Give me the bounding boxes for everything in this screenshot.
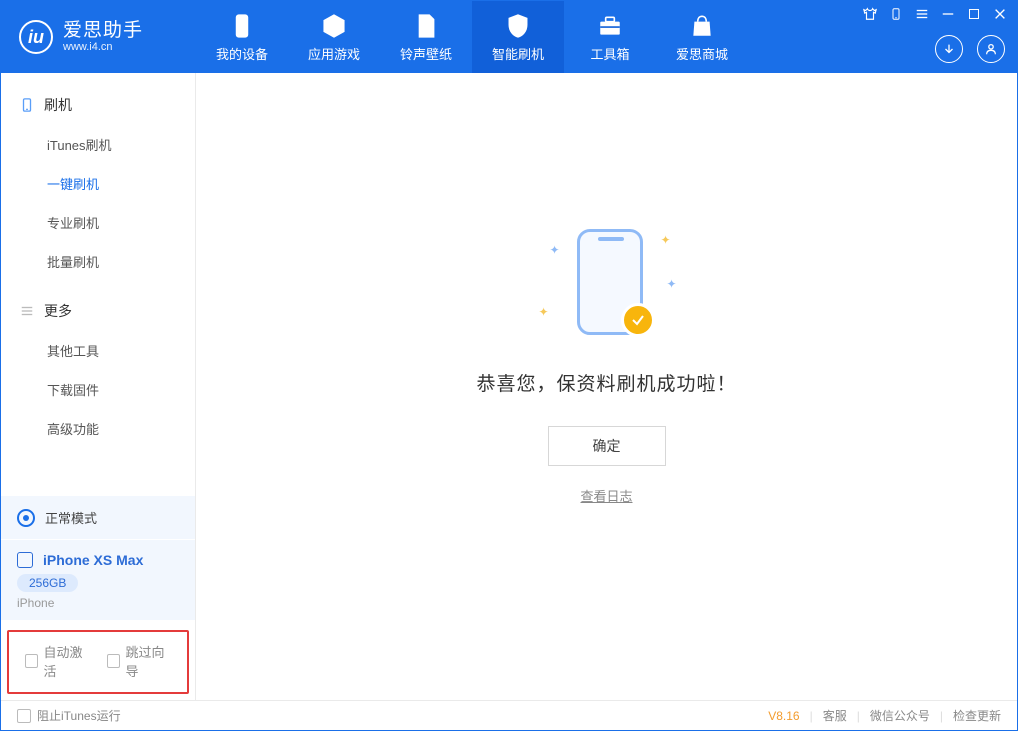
sidebar-bottom: 正常模式 iPhone XS Max 256GB iPhone 自动激活 [1, 495, 195, 700]
sidebar-item-batch-flash[interactable]: 批量刷机 [1, 242, 195, 281]
header: iu 爱思助手 www.i4.cn 我的设备 应用游戏 铃声壁纸 智能刷机 [1, 1, 1017, 73]
separator: | [857, 709, 860, 723]
sidebar-item-itunes-flash[interactable]: iTunes刷机 [1, 125, 195, 164]
success-message: 恭喜您，保资料刷机成功啦！ [476, 369, 736, 396]
checkbox-auto-activate[interactable]: 自动激活 [25, 642, 89, 680]
menu-icon[interactable] [915, 7, 929, 21]
minimize-icon[interactable] [941, 7, 955, 21]
checkbox-block-itunes[interactable]: 阻止iTunes运行 [17, 707, 121, 724]
footer-link-wechat[interactable]: 微信公众号 [870, 707, 930, 724]
device-capacity: 256GB [17, 574, 78, 592]
sidebar-section-label: 更多 [44, 301, 72, 321]
device-name: iPhone XS Max [43, 552, 143, 568]
app-site: www.i4.cn [63, 41, 143, 53]
logo-icon: iu [19, 20, 53, 54]
tab-label: 爱思商城 [676, 44, 728, 63]
user-button[interactable] [977, 35, 1005, 63]
separator: | [810, 709, 813, 723]
tab-label: 铃声壁纸 [400, 44, 452, 63]
close-icon[interactable] [993, 7, 1007, 21]
refresh-shield-icon [505, 13, 531, 39]
tab-label: 工具箱 [590, 44, 629, 63]
separator: | [940, 709, 943, 723]
checkbox-label: 阻止iTunes运行 [37, 707, 121, 724]
sidebar-section-flash: 刷机 [1, 85, 195, 125]
app-window: iu 爱思助手 www.i4.cn 我的设备 应用游戏 铃声壁纸 智能刷机 [0, 0, 1018, 731]
checkbox-icon [25, 654, 38, 668]
header-tabs: 我的设备 应用游戏 铃声壁纸 智能刷机 工具箱 爱思商城 [196, 1, 748, 73]
tab-toolbox[interactable]: 工具箱 [564, 1, 656, 73]
device-type: iPhone [17, 596, 179, 610]
device-panel[interactable]: iPhone XS Max 256GB iPhone [1, 539, 195, 620]
checkbox-icon [107, 654, 120, 668]
tab-my-device[interactable]: 我的设备 [196, 1, 288, 73]
sparkle-icon: ✦ [666, 277, 676, 291]
download-button[interactable] [935, 35, 963, 63]
tab-smart-flash[interactable]: 智能刷机 [472, 1, 564, 73]
app-title: 爱思助手 [63, 21, 143, 42]
checkbox-skip-guide[interactable]: 跳过向导 [107, 642, 171, 680]
window-controls [863, 7, 1007, 21]
confirm-button[interactable]: 确定 [548, 426, 666, 466]
main-content: ✦ ✦ ✦ ✦ 恭喜您，保资料刷机成功啦！ 确定 查看日志 [196, 73, 1017, 700]
tab-label: 应用游戏 [308, 44, 360, 63]
body: 刷机 iTunes刷机 一键刷机 专业刷机 批量刷机 更多 其他工具 下载固件 … [1, 73, 1017, 700]
checkbox-icon [17, 709, 31, 723]
shirt-icon[interactable] [863, 7, 877, 21]
tab-label: 我的设备 [216, 44, 268, 63]
toolbox-icon [597, 13, 623, 39]
tab-store[interactable]: 爱思商城 [656, 1, 748, 73]
view-log-link[interactable]: 查看日志 [580, 486, 632, 505]
maximize-icon[interactable] [967, 7, 981, 21]
footer: 阻止iTunes运行 V8.16 | 客服 | 微信公众号 | 检查更新 [1, 700, 1017, 730]
sidebar-scroll: 刷机 iTunes刷机 一键刷机 专业刷机 批量刷机 更多 其他工具 下载固件 … [1, 73, 195, 495]
sidebar-item-pro-flash[interactable]: 专业刷机 [1, 203, 195, 242]
device-icon [229, 13, 255, 39]
mode-icon [17, 509, 35, 527]
tab-ringtones-wallpapers[interactable]: 铃声壁纸 [380, 1, 472, 73]
footer-link-support[interactable]: 客服 [823, 707, 847, 724]
sidebar: 刷机 iTunes刷机 一键刷机 专业刷机 批量刷机 更多 其他工具 下载固件 … [1, 73, 196, 700]
sidebar-item-other-tools[interactable]: 其他工具 [1, 331, 195, 370]
checkmark-badge-icon [621, 303, 655, 337]
sidebar-section-label: 刷机 [44, 95, 72, 115]
checkbox-label: 自动激活 [44, 642, 90, 680]
footer-link-update[interactable]: 检查更新 [953, 707, 1001, 724]
list-icon [19, 304, 34, 319]
footer-right: V8.16 | 客服 | 微信公众号 | 检查更新 [768, 707, 1001, 724]
sidebar-item-download-firmware[interactable]: 下载固件 [1, 370, 195, 409]
mode-label: 正常模式 [45, 508, 97, 527]
logo-text: 爱思助手 www.i4.cn [63, 21, 143, 54]
tab-label: 智能刷机 [492, 44, 544, 63]
phone-fill-icon [19, 98, 34, 113]
device-small-icon [17, 552, 33, 568]
version-label: V8.16 [768, 709, 799, 723]
sparkle-icon: ✦ [660, 233, 670, 247]
phone-icon[interactable] [889, 7, 903, 21]
option-row-highlighted: 自动激活 跳过向导 [7, 630, 189, 694]
bag-icon [689, 13, 715, 39]
cube-icon [321, 13, 347, 39]
success-illustration: ✦ ✦ ✦ ✦ [537, 229, 677, 339]
tab-apps-games[interactable]: 应用游戏 [288, 1, 380, 73]
sidebar-item-advanced[interactable]: 高级功能 [1, 409, 195, 448]
status-panel[interactable]: 正常模式 [1, 495, 195, 539]
music-file-icon [413, 13, 439, 39]
logo-area: iu 爱思助手 www.i4.cn [1, 1, 196, 73]
sidebar-item-one-click-flash[interactable]: 一键刷机 [1, 164, 195, 203]
sidebar-section-more: 更多 [1, 291, 195, 331]
checkbox-label: 跳过向导 [126, 642, 172, 680]
sparkle-icon: ✦ [550, 243, 560, 257]
sparkle-icon: ✦ [539, 305, 549, 319]
